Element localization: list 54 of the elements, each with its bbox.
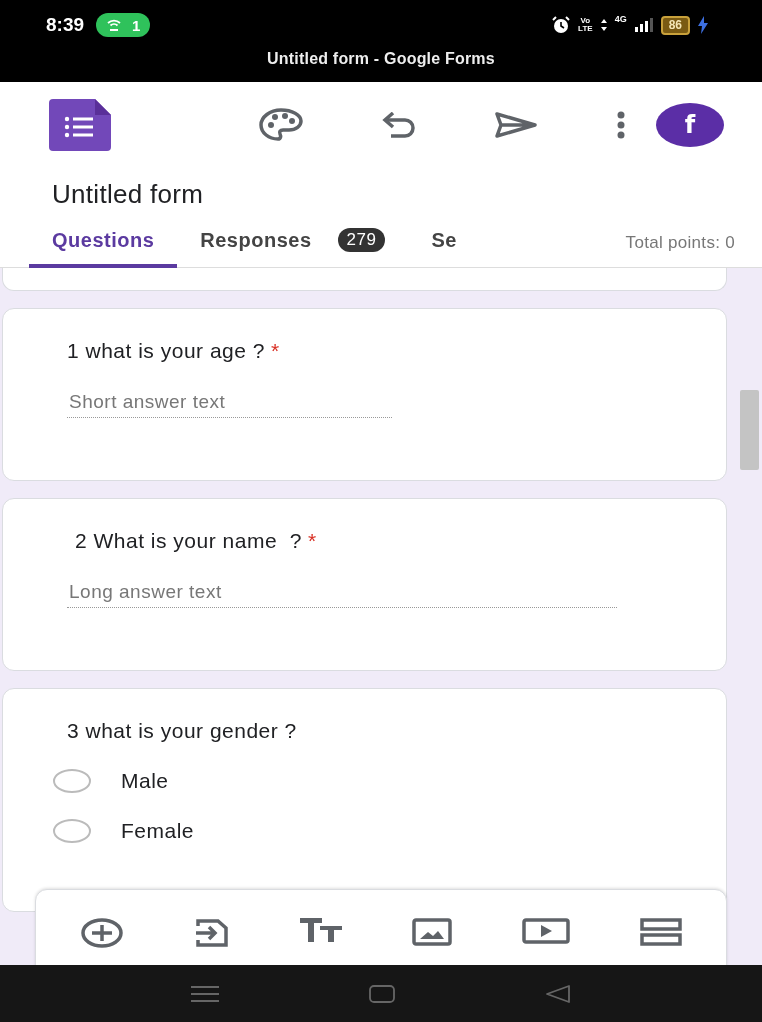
send-button[interactable] [494,111,539,139]
image-icon [412,918,452,946]
signal-icon [634,18,653,32]
text-format-icon [300,918,342,942]
radio-option[interactable]: Male [53,769,726,793]
import-questions-button[interactable] [194,918,230,948]
add-title-button[interactable] [300,918,342,942]
forms-logo-icon [49,99,111,151]
import-icon [194,918,230,948]
clock-time: 8:39 [46,14,85,36]
menu-icon [191,985,219,1002]
signal-arrows-icon [600,19,607,31]
back-nav-button[interactable] [545,984,571,1003]
home-nav-button[interactable] [369,984,395,1003]
add-section-button[interactable] [640,918,682,946]
radio-option[interactable]: Female [53,819,726,843]
alarm-icon [552,16,571,34]
question-title: 3 what is your gender ? [67,719,298,743]
battery-level: 86 [660,15,690,35]
app-title: Untitled form - Google Forms [266,50,496,68]
menu-nav-button[interactable] [191,985,219,1002]
volte-label: Vo LTE [578,17,593,33]
add-question-button[interactable] [80,918,124,948]
undo-button[interactable] [380,112,417,138]
add-video-button[interactable] [522,918,570,944]
network-label: 4G [614,13,627,24]
section-icon [640,918,682,946]
back-triangle-icon [545,984,571,1003]
count-badge: 279 [337,228,386,252]
required-asterisk: * [307,529,317,552]
avatar-button[interactable]: f [656,103,724,147]
question-title: 2 What is your name ? * [75,529,318,553]
undo-icon [380,112,417,138]
send-icon [494,111,539,139]
required-asterisk: * [270,339,280,362]
option-label: Male [121,769,169,793]
charging-icon [698,16,708,34]
add-icon [80,918,124,948]
palette-icon [259,108,303,142]
option-label: Female [121,819,195,843]
tab[interactable]: Se [408,216,480,268]
video-icon [522,918,570,944]
form-title: Untitled form [51,178,205,211]
question-title: 1 what is your age ? * [67,339,281,363]
total-points: Total points: 0 [625,233,735,253]
more-icon [615,111,626,139]
tab[interactable]: Responses 279 [177,216,409,268]
palette-button[interactable] [259,108,303,142]
scrollbar-thumb[interactable] [740,390,759,470]
hotspot-icon [106,18,123,32]
more-button[interactable] [615,111,626,139]
add-image-button[interactable] [412,918,452,946]
hotspot-badge: 1 [96,13,151,37]
home-square-icon [369,984,395,1003]
